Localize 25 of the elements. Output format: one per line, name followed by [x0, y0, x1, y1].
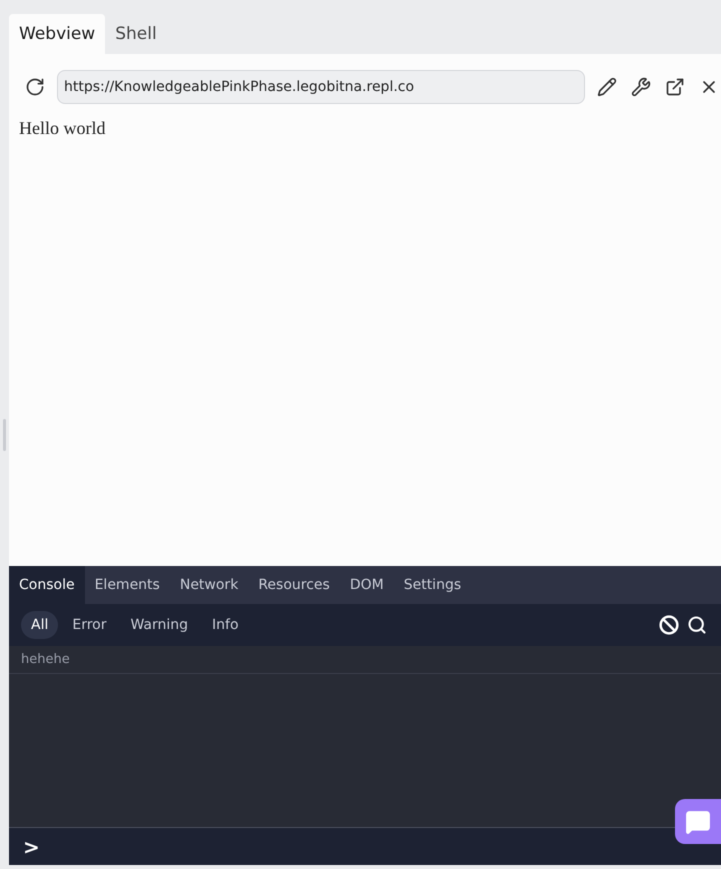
page-text: Hello world: [18, 117, 106, 140]
filter-chip[interactable]: Info: [202, 611, 249, 639]
devtools-tab[interactable]: Network: [170, 566, 248, 604]
tab[interactable]: Shell: [105, 14, 167, 54]
address-field[interactable]: https://KnowledgeablePinkPhase.legobitna.repl.co: [57, 70, 585, 104]
reload-icon[interactable]: [25, 77, 45, 97]
pencil-icon[interactable]: [597, 77, 617, 97]
filter-chip[interactable]: All: [21, 611, 58, 639]
search-icon[interactable]: [687, 615, 707, 635]
external-link-icon[interactable]: [665, 77, 685, 97]
tab[interactable]: Webview: [9, 14, 106, 54]
clear-icon[interactable]: [659, 615, 679, 635]
prompt-mark: >: [23, 834, 40, 858]
devtools-tab[interactable]: DOM: [340, 566, 394, 604]
filter-chip[interactable]: Warning: [120, 611, 198, 639]
devtools-tab[interactable]: Resources: [248, 566, 340, 604]
chat-icon: [685, 808, 711, 834]
filter-chip[interactable]: Error: [62, 611, 116, 639]
devtools-tab[interactable]: Settings: [394, 566, 472, 604]
devtools-tab[interactable]: Elements: [84, 566, 170, 604]
wrench-icon[interactable]: [631, 77, 651, 97]
resize-handle[interactable]: [3, 418, 6, 450]
log-line: hehehe: [21, 652, 70, 667]
devtools-tab[interactable]: Console: [9, 566, 85, 604]
chat-button[interactable]: [675, 799, 721, 844]
